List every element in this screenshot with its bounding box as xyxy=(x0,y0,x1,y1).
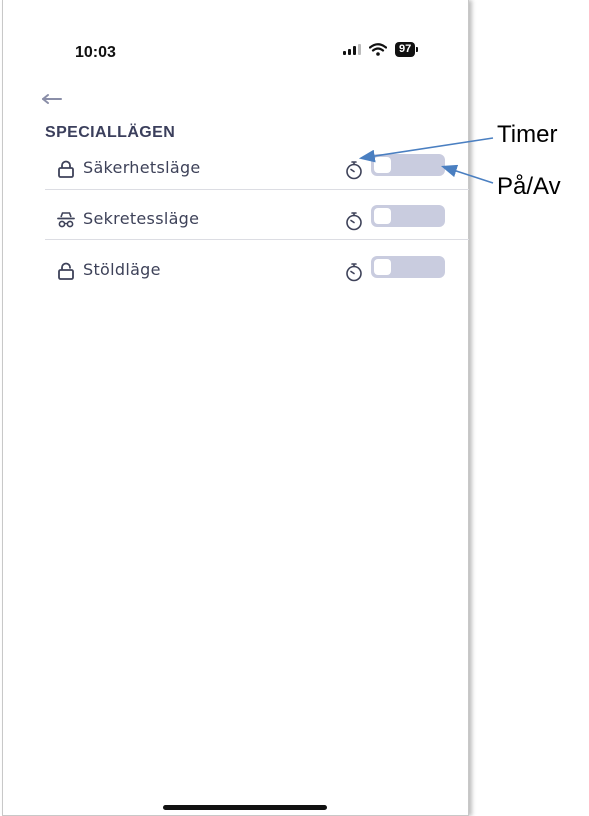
toggle-sekretesslage[interactable] xyxy=(371,205,445,227)
status-icons: 97 xyxy=(343,42,419,57)
lock-icon xyxy=(58,160,74,178)
row-label: Säkerhetsläge xyxy=(83,158,201,177)
timer-icon[interactable] xyxy=(345,211,363,231)
onoff-callout: På/Av xyxy=(497,173,561,200)
toggle-knob xyxy=(374,208,391,224)
timer-icon[interactable] xyxy=(345,160,363,180)
row-stoldlage: Stöldläge xyxy=(45,256,469,302)
phone-screen: 10:03 97 SPECIALLÄGEN Säkerhetsläge Sekr… xyxy=(2,0,469,816)
status-time: 10:03 xyxy=(75,44,116,61)
row-sekretesslage: Sekretessläge xyxy=(45,205,469,251)
row-label: Stöldläge xyxy=(83,260,161,279)
row-label: Sekretessläge xyxy=(83,209,200,228)
signal-icon xyxy=(343,44,361,55)
incognito-icon xyxy=(57,212,75,228)
toggle-stoldlage[interactable] xyxy=(371,256,445,278)
row-sakerhetslage: Säkerhetsläge xyxy=(45,154,469,200)
timer-icon[interactable] xyxy=(345,262,363,282)
home-indicator[interactable] xyxy=(163,805,327,810)
section-title: SPECIALLÄGEN xyxy=(45,124,176,141)
divider xyxy=(45,189,469,190)
unlock-icon xyxy=(58,262,74,280)
toggle-knob xyxy=(374,259,391,275)
timer-callout: Timer xyxy=(497,121,558,148)
toggle-knob xyxy=(374,157,391,173)
wifi-icon xyxy=(369,43,387,56)
divider xyxy=(45,239,469,240)
toggle-sakerhetslage[interactable] xyxy=(371,154,445,176)
arrow-left-icon[interactable] xyxy=(41,92,63,106)
battery-indicator: 97 xyxy=(395,42,419,57)
